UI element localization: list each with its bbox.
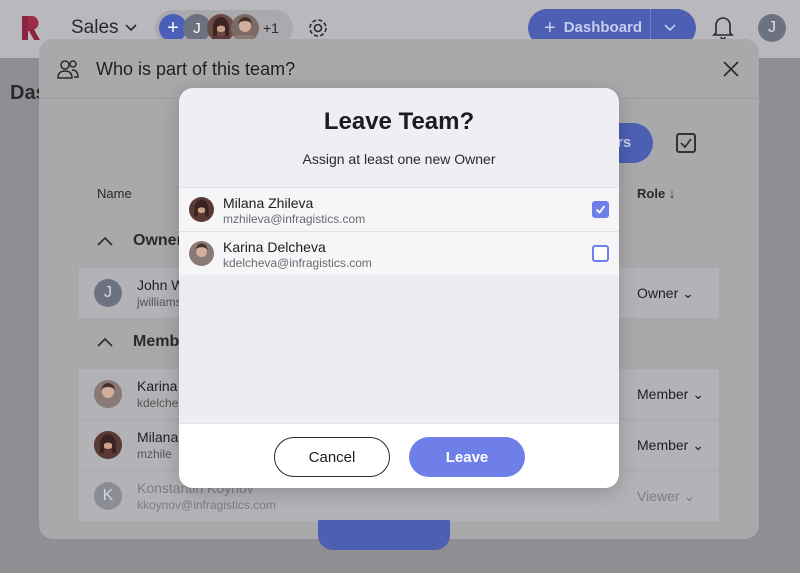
close-icon[interactable] <box>720 58 742 80</box>
group-members-label: Memb <box>133 333 180 350</box>
user-avatar[interactable]: J <box>758 14 786 42</box>
chevron-down-icon: ⌄ <box>692 386 704 402</box>
role-dropdown[interactable]: Member ⌄ <box>637 420 704 470</box>
member-email: mzhile <box>137 447 172 461</box>
chevron-down-icon: ⌄ <box>683 488 696 504</box>
leave-button[interactable]: Leave <box>409 437 525 477</box>
select-all-checkbox[interactable] <box>676 133 696 153</box>
candidate-name: Karina Delcheva <box>223 239 326 255</box>
chevron-up-icon <box>97 236 113 246</box>
sort-arrow-icon: ↓ <box>668 186 676 201</box>
role-value: Owner <box>637 285 679 301</box>
role-dropdown[interactable]: Viewer ⌄ <box>637 471 695 521</box>
list-item[interactable]: Karina Delcheva kdelcheva@infragistics.c… <box>179 231 619 275</box>
leave-team-modal: Leave Team? Assign at least one new Owne… <box>179 88 619 488</box>
column-header-name[interactable]: Name <box>97 186 132 201</box>
cancel-button[interactable]: Cancel <box>274 437 390 477</box>
chevron-down-icon <box>124 24 137 32</box>
chevron-up-icon <box>97 337 113 347</box>
group-members[interactable]: Memb <box>97 333 179 351</box>
bell-icon[interactable] <box>711 14 735 40</box>
avatar: K <box>94 482 122 510</box>
candidate-email: kdelcheva@infragistics.com <box>223 256 372 270</box>
gear-icon[interactable] <box>306 16 330 40</box>
modal-subtitle: Assign at least one new Owner <box>302 151 496 167</box>
role-value: Member <box>637 437 689 453</box>
role-dropdown[interactable]: Owner ⌄ <box>637 268 694 318</box>
people-icon <box>57 60 79 79</box>
app-logo-icon[interactable] <box>20 14 42 42</box>
workspace-switcher[interactable]: Sales <box>71 17 137 39</box>
team-dialog-title: Who is part of this team? <box>96 59 296 79</box>
avatar <box>94 431 122 459</box>
workspace-name: Sales <box>71 17 119 38</box>
avatar <box>189 241 214 266</box>
avatar <box>189 197 214 222</box>
member-email: jwilliams <box>137 295 182 309</box>
group-owners-label: Owner <box>133 232 183 249</box>
member-name: John W <box>137 277 185 293</box>
modal-title: Leave Team? <box>323 108 475 135</box>
avatar <box>231 14 259 42</box>
role-value: Viewer <box>637 488 680 504</box>
background-button <box>318 520 450 550</box>
chevron-down-icon: ⌄ <box>682 285 694 301</box>
role-label: Role <box>637 186 666 201</box>
column-header-role[interactable]: Role ↓ <box>637 186 675 201</box>
avatar: J <box>94 279 122 307</box>
modal-footer: Cancel Leave <box>179 423 619 488</box>
member-name: Milana <box>137 429 179 445</box>
member-email: kkoynov@infragistics.com <box>137 498 276 512</box>
chevron-down-icon: ⌄ <box>692 437 704 453</box>
owner-checkbox[interactable] <box>592 201 609 218</box>
list-empty-area <box>179 276 619 416</box>
role-dropdown[interactable]: Member ⌄ <box>637 369 704 419</box>
candidate-email: mzhileva@infragistics.com <box>223 212 366 226</box>
group-owners[interactable]: Owner <box>97 232 183 250</box>
list-item[interactable]: Milana Zhileva mzhileva@infragistics.com <box>179 187 619 231</box>
candidate-name: Milana Zhileva <box>223 195 314 211</box>
member-email: kdelche <box>137 396 179 410</box>
role-value: Member <box>637 386 689 402</box>
owner-checkbox[interactable] <box>592 245 609 262</box>
member-name: Karina <box>137 378 178 394</box>
avatar <box>94 380 122 408</box>
